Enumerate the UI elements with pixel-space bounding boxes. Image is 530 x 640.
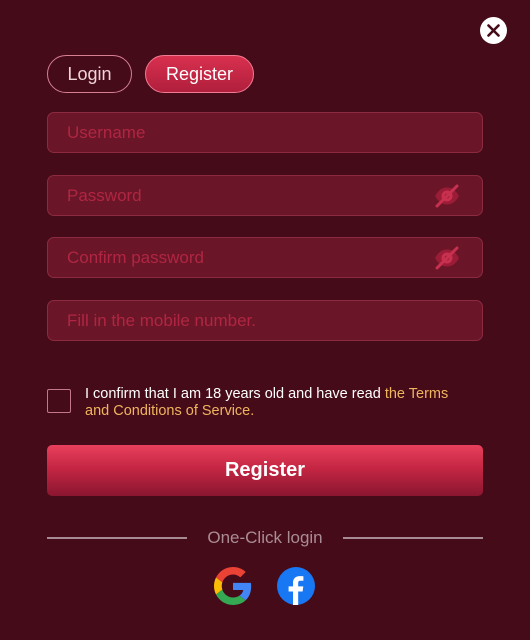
password-field [47, 175, 483, 216]
auth-tabs: Login Register [47, 55, 254, 93]
tab-register[interactable]: Register [145, 55, 254, 93]
consent-text: I confirm that I am 18 years old and hav… [85, 386, 475, 420]
mobile-field [47, 300, 483, 341]
confirm-password-field [47, 237, 483, 278]
close-icon [487, 24, 500, 37]
eye-slash-icon[interactable] [433, 184, 461, 208]
divider-right [343, 537, 483, 539]
mobile-number-input[interactable] [48, 301, 482, 340]
username-field [47, 112, 483, 153]
eye-slash-icon[interactable] [433, 246, 461, 270]
password-input[interactable] [48, 176, 482, 215]
tab-login[interactable]: Login [47, 55, 132, 93]
facebook-icon[interactable] [277, 567, 315, 605]
consent-checkbox[interactable] [47, 389, 71, 413]
close-button[interactable] [480, 17, 507, 44]
username-input[interactable] [48, 113, 482, 152]
consent-statement: I confirm that I am 18 years old and hav… [85, 386, 385, 402]
register-modal: Login Register I confirm that I am 18 ye… [0, 0, 530, 640]
register-submit-button[interactable]: Register [47, 445, 483, 496]
google-icon[interactable] [214, 567, 252, 605]
confirm-password-input[interactable] [48, 238, 482, 277]
